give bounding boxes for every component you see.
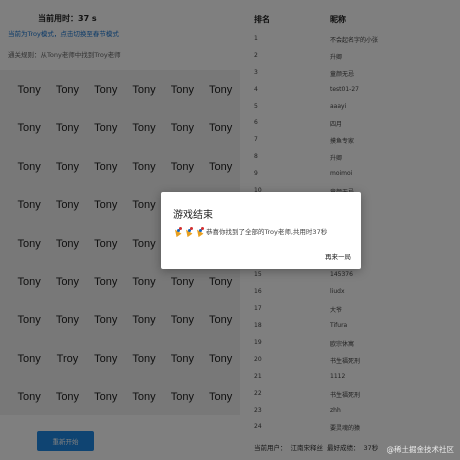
dialog-title: 游戏结束 bbox=[173, 210, 213, 221]
party-popper-icon bbox=[184, 226, 193, 236]
game-over-dialog: 游戏结束 恭喜你找到了全部的Troy老师,共用时37秒 再来一局 bbox=[161, 192, 361, 269]
party-popper-icon bbox=[173, 226, 182, 236]
dialog-message: 恭喜你找到了全部的Troy老师,共用时37秒 bbox=[173, 226, 327, 236]
dialog-message-text: 恭喜你找到了全部的Troy老师,共用时37秒 bbox=[206, 228, 328, 236]
party-popper-icon bbox=[195, 226, 204, 236]
play-again-button[interactable]: 再来一局 bbox=[325, 251, 351, 261]
watermark: @稀土掘金技术社区 bbox=[386, 445, 455, 454]
